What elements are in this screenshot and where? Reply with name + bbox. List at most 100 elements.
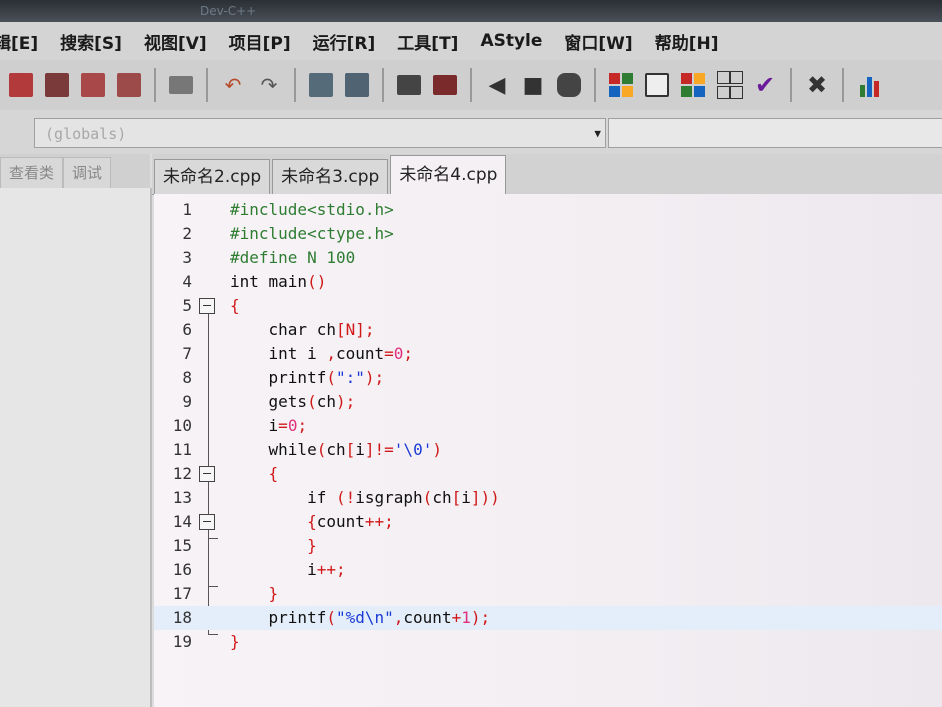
code-token: ]!= [364, 440, 394, 459]
toolbar-separator [154, 68, 156, 102]
menu-run[interactable]: 运行[R] [313, 29, 376, 54]
code-text: printf(":"); [230, 366, 385, 390]
code-line[interactable]: 12 { [154, 462, 942, 486]
code-text: i++; [230, 558, 346, 582]
check-icon[interactable]: ✔ [750, 70, 780, 100]
code-text: #define N 100 [230, 246, 355, 270]
tab-file-2[interactable]: 未命名2.cpp [154, 159, 271, 194]
save-icon[interactable] [42, 70, 72, 100]
menu-astyle[interactable]: AStyle [480, 31, 542, 51]
line-number: 3 [182, 248, 192, 267]
code-token: i [355, 440, 365, 459]
code-token: ( [316, 440, 327, 459]
code-token: { [230, 296, 240, 315]
code-token: [N]; [335, 320, 375, 339]
goto-icon[interactable] [554, 70, 584, 100]
code-line[interactable]: 5{ [154, 294, 942, 318]
code-token: ); [335, 392, 356, 411]
code-token: printf [230, 368, 327, 387]
code-line[interactable]: 6 char ch[N]; [154, 318, 942, 342]
tab-file-3[interactable]: 未命名3.cpp [272, 159, 389, 194]
menu-help[interactable]: 帮助[H] [655, 29, 719, 54]
code-text: #include<stdio.h> [230, 198, 394, 222]
tab-debug[interactable]: 调试 [63, 157, 112, 188]
code-line[interactable]: 16 i++; [154, 558, 942, 582]
code-token: { [230, 512, 317, 531]
code-text: while(ch[i]!='\0') [230, 438, 442, 462]
indent-icon[interactable] [394, 70, 424, 100]
code-token: '\0' [393, 440, 433, 459]
compile-icon[interactable] [606, 70, 636, 100]
code-token: count [403, 608, 452, 627]
line-number: 14 [172, 512, 192, 531]
code-token: ":" [335, 368, 365, 387]
code-line[interactable]: 10 i=0; [154, 414, 942, 438]
code-token: 0 [393, 344, 404, 363]
new-file-icon[interactable] [6, 70, 36, 100]
code-token: { [230, 464, 279, 483]
code-line[interactable]: 14 {count++; [154, 510, 942, 534]
code-line[interactable]: 15 } [154, 534, 942, 558]
undo-icon[interactable]: ↶ [218, 70, 248, 100]
stop-icon[interactable]: ✖ [802, 70, 832, 100]
compile-run-icon[interactable] [678, 70, 708, 100]
code-line[interactable]: 11 while(ch[i]!='\0') [154, 438, 942, 462]
save-all-icon[interactable] [78, 70, 108, 100]
menu-project[interactable]: 项目[P] [229, 29, 291, 54]
left-panel [0, 188, 152, 707]
toolbar-separator [294, 68, 296, 102]
rebuild-icon[interactable] [714, 70, 744, 100]
print-icon[interactable] [166, 70, 196, 100]
code-editor[interactable]: 1 #include<stdio.h> 2 #include<ctype.h> 3 #de… [154, 194, 942, 707]
run-icon[interactable] [642, 70, 672, 100]
scope-combo[interactable]: (globals) ▼ [34, 118, 606, 148]
code-line[interactable]: 7 int i ,count=0; [154, 342, 942, 366]
code-text: #include<ctype.h> [230, 222, 394, 246]
code-line[interactable]: 4 int main() [154, 270, 942, 294]
code-line[interactable]: 2 #include<ctype.h> [154, 222, 942, 246]
symbol-combo[interactable] [608, 118, 942, 148]
line-number: 10 [172, 416, 192, 435]
tab-file-4[interactable]: 未命名4.cpp [390, 155, 507, 194]
toolbar-separator [842, 68, 844, 102]
code-token: i [461, 488, 471, 507]
menu-bar: 辑[E] 搜索[S] 视图[V] 项目[P] 运行[R] 工具[T] AStyl… [0, 22, 942, 61]
code-token: = [278, 416, 288, 435]
code-line[interactable]: 9 gets(ch); [154, 390, 942, 414]
line-number: 13 [172, 488, 192, 507]
tab-class-view[interactable]: 查看类 [0, 157, 64, 188]
scope-bar: (globals) ▼ [0, 110, 942, 154]
code-text: if (!isgraph(ch[i])) [230, 486, 500, 510]
chevron-down-icon[interactable]: ▼ [594, 119, 601, 149]
toolbar-separator [206, 68, 208, 102]
code-text: { [230, 294, 240, 318]
code-line[interactable]: 17 } [154, 582, 942, 606]
unindent-icon[interactable] [430, 70, 460, 100]
code-text: {count++; [230, 510, 394, 534]
code-token: 0 [287, 416, 298, 435]
window-title: Dev-C++ [200, 4, 257, 18]
menu-window[interactable]: 窗口[W] [564, 29, 632, 54]
code-line[interactable]: 1 #include<stdio.h> [154, 198, 942, 222]
find-icon[interactable] [306, 70, 336, 100]
chart-icon[interactable] [854, 70, 884, 100]
menu-view[interactable]: 视图[V] [144, 29, 207, 54]
code-text: int i ,count=0; [230, 342, 414, 366]
code-line[interactable]: 18 printf("%d\n",count+1); [154, 606, 942, 630]
bookmark-next-icon[interactable]: ■ [518, 70, 548, 100]
code-token: ++; [316, 560, 346, 579]
replace-icon[interactable] [342, 70, 372, 100]
line-number: 18 [172, 608, 192, 627]
menu-edit[interactable]: 辑[E] [0, 29, 38, 54]
menu-tools[interactable]: 工具[T] [397, 29, 458, 54]
code-line[interactable]: 19} [154, 630, 942, 654]
code-line[interactable]: 3 #define N 100 [154, 246, 942, 270]
code-line[interactable]: 13 if (!isgraph(ch[i])) [154, 486, 942, 510]
menu-search[interactable]: 搜索[S] [60, 29, 122, 54]
code-token: printf [230, 608, 327, 627]
code-line[interactable]: 8 printf(":"); [154, 366, 942, 390]
close-file-icon[interactable] [114, 70, 144, 100]
code-token: gets [230, 392, 308, 411]
redo-icon[interactable]: ↷ [254, 70, 284, 100]
bookmark-prev-icon[interactable]: ◀ [482, 70, 512, 100]
